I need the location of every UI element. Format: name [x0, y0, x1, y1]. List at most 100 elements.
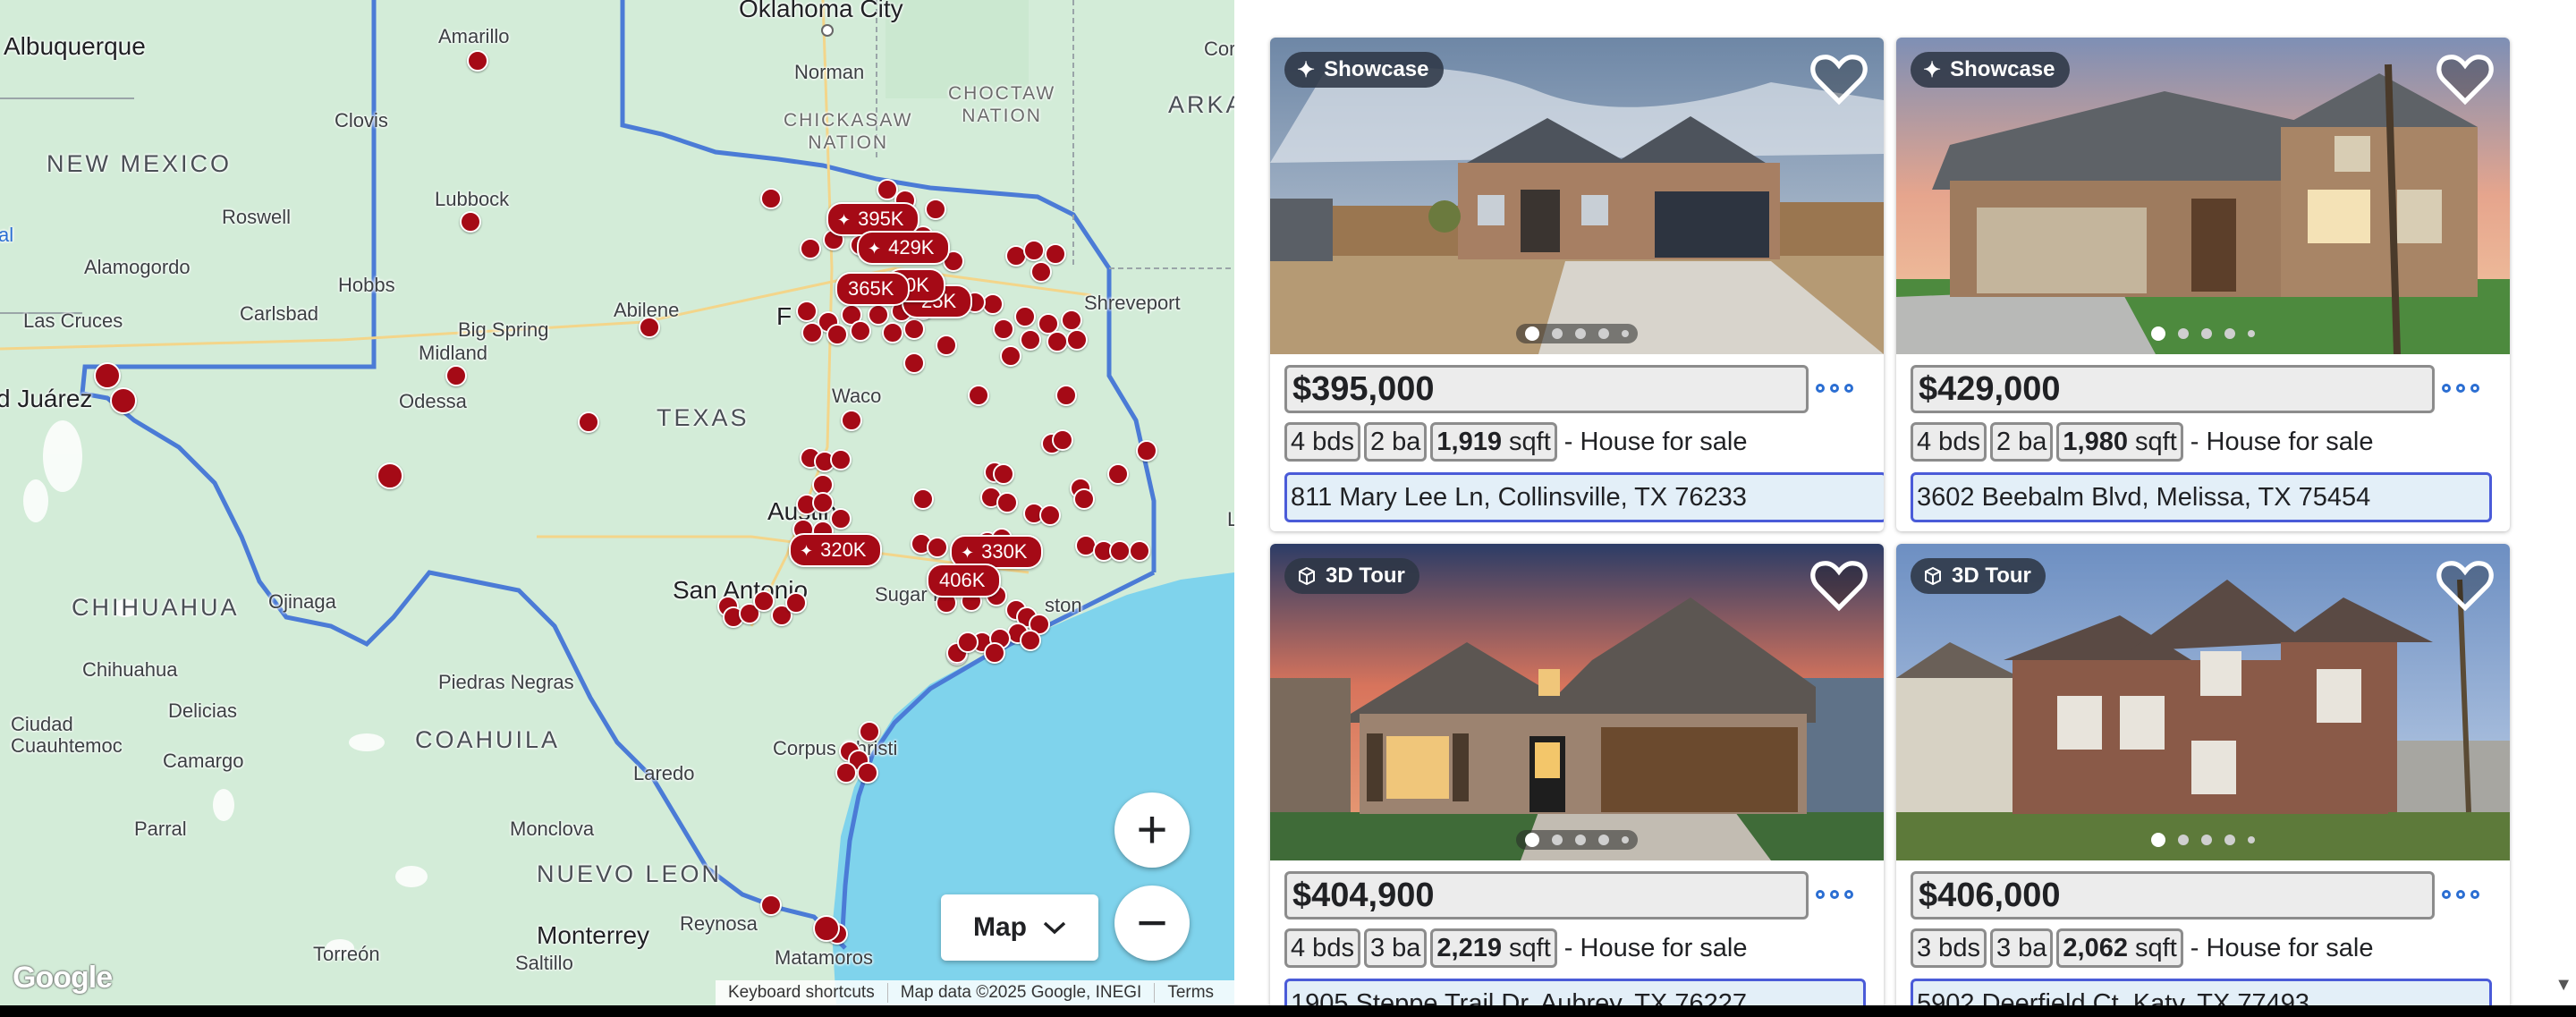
- listing-pin[interactable]: [460, 211, 481, 233]
- map-panel[interactable]: Oklahoma City Amarillo Albuquerque Norma…: [0, 0, 1234, 1005]
- zoom-in-button[interactable]: +: [1114, 792, 1190, 868]
- listing-specs: 3 bds 3 ba 2,062 sqft - House for sale: [1911, 928, 2374, 968]
- listing-pin[interactable]: [993, 318, 1014, 340]
- scroll-down-arrow[interactable]: ▼: [2555, 975, 2572, 996]
- listing-pin[interactable]: [1129, 540, 1150, 562]
- listing-pin[interactable]: [1039, 504, 1061, 526]
- listing-card[interactable]: ✦ Showcase $395,000 4 bds 2 ba 1,919 sqft…: [1270, 38, 1884, 531]
- listing-pin[interactable]: [936, 335, 957, 356]
- listing-pin[interactable]: [1020, 630, 1041, 651]
- listing-pin[interactable]: [467, 50, 488, 72]
- listing-pin[interactable]: [1000, 345, 1021, 367]
- listing-pin[interactable]: [1109, 540, 1131, 562]
- listing-pin[interactable]: [1014, 306, 1036, 327]
- price-pin[interactable]: 365K: [835, 272, 911, 306]
- price-pin[interactable]: 406K: [927, 564, 1002, 597]
- listing-pin[interactable]: [903, 352, 925, 374]
- listing-card[interactable]: 3D Tour $406,000 3 bds 3 ba 2,062 sqft -…: [1896, 544, 2510, 1005]
- listing-pin[interactable]: [760, 188, 782, 209]
- listing-pin[interactable]: [813, 915, 840, 942]
- listing-pin[interactable]: [912, 488, 934, 510]
- listing-pin[interactable]: [993, 463, 1014, 485]
- listing-card[interactable]: ✦ Showcase $429,000 4 bds 2 ba 1,980 sqft…: [1896, 38, 2510, 531]
- listing-address[interactable]: 1905 Steppe Trail Dr, Aubrey, TX 76227: [1284, 979, 1866, 1005]
- listing-pin[interactable]: [841, 410, 862, 431]
- terms-link[interactable]: Terms: [1155, 983, 1226, 1003]
- zoom-out-button[interactable]: −: [1114, 886, 1190, 961]
- listing-pin[interactable]: [868, 304, 889, 326]
- heart-icon[interactable]: [2433, 47, 2497, 111]
- listing-pin[interactable]: [927, 537, 948, 558]
- listing-pin[interactable]: [1107, 463, 1129, 485]
- listing-pin[interactable]: [1020, 329, 1041, 351]
- listing-pin[interactable]: [1073, 488, 1095, 510]
- listing-photo[interactable]: 3D Tour: [1270, 544, 1884, 860]
- more-options-icon[interactable]: [1816, 884, 1857, 905]
- listing-pin[interactable]: [984, 642, 1005, 664]
- photo-carousel-dots[interactable]: [2142, 324, 2264, 343]
- map-type-select[interactable]: Map: [941, 894, 1098, 961]
- listing-pin[interactable]: [826, 324, 848, 345]
- listing-address[interactable]: 3602 Beebalm Blvd, Melissa, TX 75454: [1911, 472, 2492, 522]
- listing-pin[interactable]: [859, 721, 880, 742]
- listing-pin[interactable]: [785, 592, 807, 614]
- map-label-chickasaw: CHICKASAW NATION: [784, 110, 913, 153]
- listing-pin[interactable]: [996, 492, 1018, 513]
- listing-pin[interactable]: [1030, 261, 1052, 283]
- photo-carousel-dots[interactable]: [1516, 830, 1638, 850]
- listing-pin[interactable]: [445, 365, 467, 386]
- listing-pin[interactable]: [830, 508, 852, 530]
- heart-icon[interactable]: [2433, 553, 2497, 617]
- listing-pin[interactable]: [1045, 243, 1066, 265]
- heart-icon[interactable]: [1807, 553, 1871, 617]
- listing-pin[interactable]: [110, 387, 137, 414]
- listings-panel[interactable]: ✦ Showcase $395,000 4 bds 2 ba 1,919 sqft…: [1234, 0, 2576, 1005]
- listing-pin[interactable]: [753, 590, 775, 612]
- listing-pin[interactable]: [578, 411, 599, 433]
- listing-photo[interactable]: ✦ Showcase: [1270, 38, 1884, 354]
- listing-pin[interactable]: [830, 449, 852, 470]
- listing-address[interactable]: 811 Mary Lee Ln, Collinsville, TX 76233: [1284, 472, 1884, 522]
- listing-pin[interactable]: [94, 362, 121, 389]
- listing-pin[interactable]: [1055, 385, 1077, 406]
- listing-pin[interactable]: [925, 199, 946, 220]
- listing-photo[interactable]: 3D Tour: [1896, 544, 2510, 860]
- listing-pin[interactable]: [835, 762, 857, 784]
- listing-pin[interactable]: [1061, 309, 1082, 331]
- listing-pin[interactable]: [1052, 429, 1073, 451]
- map-label-cor: Cor: [1204, 38, 1234, 60]
- listing-card[interactable]: 3D Tour $404,900 4 bds 3 ba 2,219 sqft -…: [1270, 544, 1884, 1005]
- map-label-carlsbad: Carlsbad: [240, 302, 319, 325]
- heart-icon[interactable]: [1807, 47, 1871, 111]
- listing-pin[interactable]: [857, 762, 878, 784]
- listing-pin[interactable]: [903, 318, 925, 340]
- listing-pin[interactable]: [377, 462, 403, 489]
- photo-carousel-dots[interactable]: [2142, 830, 2264, 850]
- listing-pin[interactable]: [796, 301, 818, 322]
- listing-pin[interactable]: [968, 385, 989, 406]
- price-pin[interactable]: ✦ 320K: [789, 533, 883, 567]
- listing-address[interactable]: 5902 Deerfield Ct, Katy, TX 77493: [1911, 979, 2492, 1005]
- listing-pin[interactable]: [1023, 240, 1045, 261]
- map-label-cuauhtemoc: Ciudad Cuauhtemoc: [11, 713, 123, 757]
- listing-pin[interactable]: [882, 322, 903, 343]
- keyboard-shortcuts-link[interactable]: Keyboard shortcuts: [716, 983, 888, 1003]
- listing-pin[interactable]: [1066, 329, 1088, 351]
- listing-pin[interactable]: [760, 894, 782, 916]
- listing-photo[interactable]: ✦ Showcase: [1896, 38, 2510, 354]
- price-pin[interactable]: ✦ 429K: [857, 231, 951, 265]
- listing-pin[interactable]: [957, 631, 979, 653]
- more-options-icon[interactable]: [1816, 377, 1857, 399]
- listing-pin[interactable]: [1046, 331, 1068, 352]
- listing-pin[interactable]: [850, 320, 871, 342]
- listing-pin[interactable]: [1136, 440, 1157, 462]
- more-options-icon[interactable]: [2442, 377, 2483, 399]
- more-options-icon[interactable]: [2442, 884, 2483, 905]
- listing-pin[interactable]: [812, 492, 834, 513]
- listing-pin[interactable]: [800, 238, 821, 259]
- listing-pin[interactable]: [801, 322, 823, 343]
- badge-label: 3D Tour: [1952, 564, 2031, 588]
- listing-pin[interactable]: [639, 317, 660, 338]
- listing-badge: 3D Tour: [1284, 558, 1419, 594]
- photo-carousel-dots[interactable]: [1516, 324, 1638, 343]
